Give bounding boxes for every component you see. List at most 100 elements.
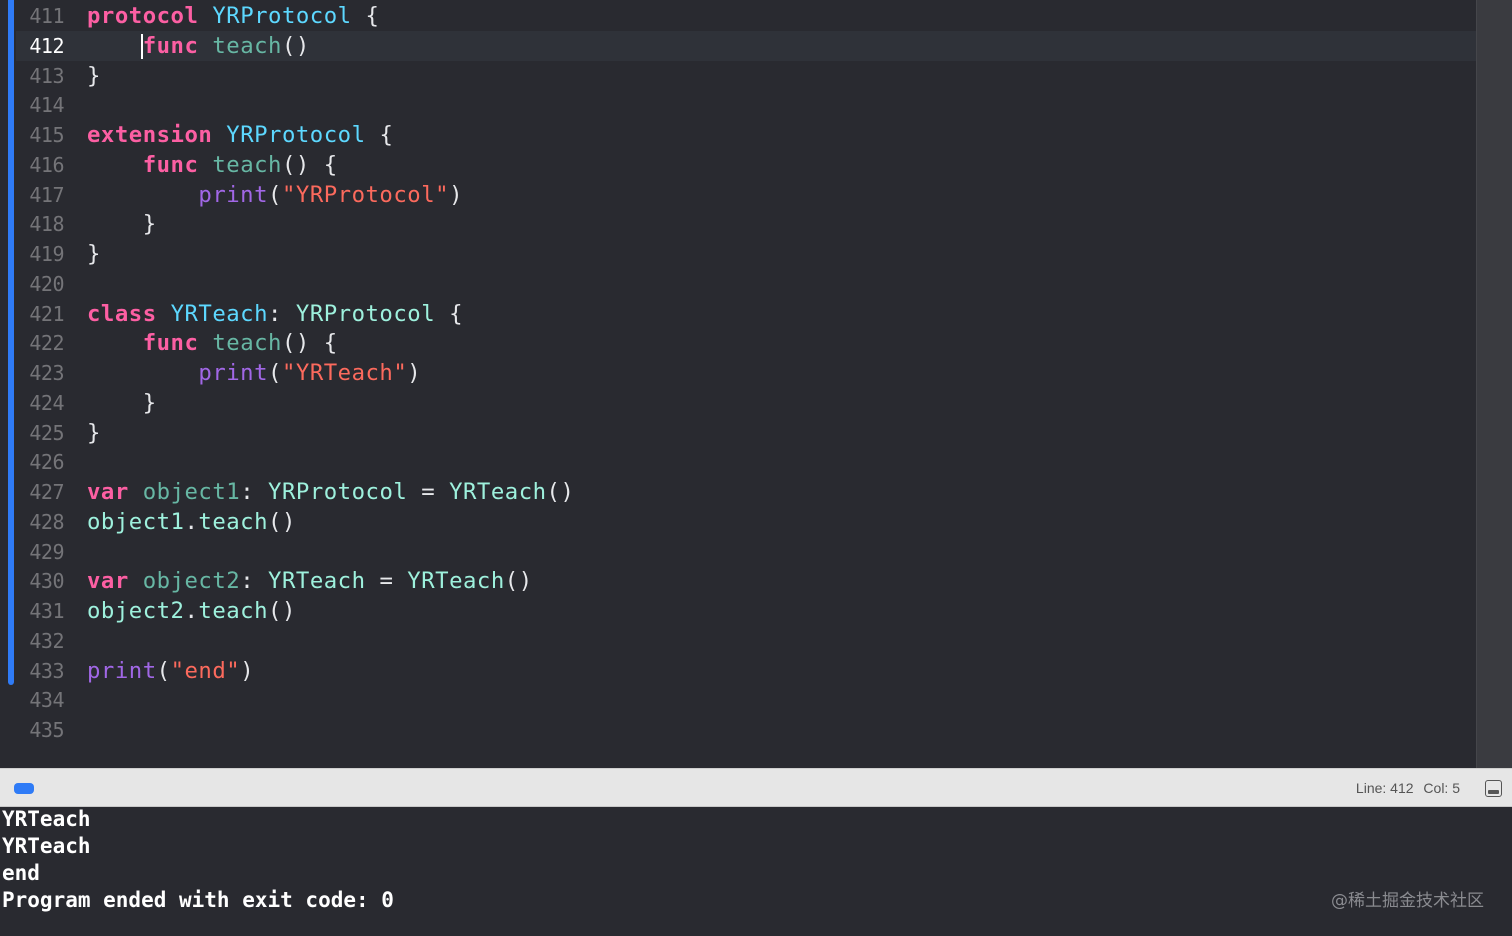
column-indicator: Col: 5 (1423, 780, 1460, 796)
line-indicator: Line: 412 (1355, 780, 1414, 796)
code-token: protocol (87, 3, 199, 29)
code-token: . (184, 598, 199, 624)
code-token: print (198, 181, 269, 208)
console-line: Program ended with exit code: 0 (2, 888, 394, 912)
code-token: teach (198, 598, 269, 624)
line-number: 430 (29, 569, 64, 594)
code-line[interactable]: 414 (16, 90, 1476, 120)
console-output[interactable]: YRTeach YRTeach end Program ended with e… (0, 807, 1512, 936)
code-line[interactable]: 428 object1.teach() (16, 507, 1476, 537)
code-line[interactable]: 425} (16, 418, 1476, 448)
debug-area-toggle-icon[interactable] (14, 783, 34, 794)
code-text: object1.teach() (87, 509, 296, 535)
code-token: () (546, 479, 575, 505)
code-line[interactable]: 422 func teach() { (16, 328, 1476, 358)
code-line[interactable]: 434 (16, 685, 1476, 715)
code-text: } (87, 63, 101, 89)
code-text: extension YRProtocol { (87, 122, 393, 148)
code-token: ) (240, 657, 255, 684)
code-line[interactable]: 420 (16, 269, 1476, 299)
code-token: () (268, 598, 296, 624)
code-line[interactable]: 421 class YRTeach: YRProtocol { (16, 299, 1476, 329)
code-line[interactable]: 427 var object1: YRProtocol = YRTeach() (16, 477, 1476, 507)
code-token: ( (156, 657, 171, 684)
code-token: : (240, 568, 269, 595)
line-number: 416 (29, 152, 64, 177)
hide-debug-area-icon[interactable] (1485, 780, 1502, 797)
line-number: 415 (29, 123, 64, 147)
code-line[interactable]: 417 print("YRProtocol") (16, 180, 1476, 210)
code-line[interactable]: 435 (16, 715, 1476, 745)
code-line[interactable]: 424 } (16, 388, 1476, 418)
code-line[interactable]: 418 } (16, 209, 1476, 239)
line-number: 413 (29, 63, 64, 88)
text-cursor (141, 34, 143, 59)
code-text: } (87, 390, 157, 416)
line-number: 421 (29, 301, 64, 326)
code-text: var object1: YRProtocol = YRTeach() (87, 479, 574, 505)
code-token: } (87, 389, 157, 416)
console-line: YRTeach (2, 807, 91, 831)
code-token: } (87, 211, 157, 238)
code-token: { (365, 122, 394, 148)
code-token: () (268, 508, 296, 535)
code-token: } (87, 62, 101, 89)
code-line[interactable]: 412 func teach() (16, 31, 1476, 61)
code-line[interactable]: 432 (16, 626, 1476, 656)
code-token: print (87, 657, 157, 684)
line-number: 417 (29, 182, 64, 207)
code-line[interactable]: 415 extension YRProtocol { (16, 120, 1476, 150)
code-token: YRProtocol (268, 479, 408, 505)
code-line[interactable]: 411 protocol YRProtocol { (16, 1, 1476, 31)
code-token: { (435, 300, 463, 327)
code-token: func (142, 151, 199, 178)
minimap-strip[interactable] (1476, 0, 1512, 768)
code-token: ( (268, 181, 282, 208)
code-token: ) (449, 181, 463, 208)
code-token: "YRProtocol" (281, 181, 450, 208)
source-editor[interactable]: 411 protocol YRProtocol {412 func teach()… (0, 0, 1512, 768)
code-line[interactable]: 426 (16, 447, 1476, 477)
code-line[interactable]: 433 print("end") (16, 656, 1476, 686)
code-token: func (142, 32, 199, 59)
code-text: print("YRTeach") (87, 360, 421, 386)
line-number: 432 (29, 628, 64, 653)
code-token: ) (407, 360, 422, 386)
code-token: object2 (142, 568, 241, 595)
code-token: } (87, 419, 101, 446)
code-line[interactable]: 416 func teach() { (16, 150, 1476, 180)
code-token: func (142, 330, 199, 357)
code-token: "YRTeach" (281, 360, 408, 386)
code-token: extension (87, 122, 213, 148)
line-number: 433 (29, 658, 64, 683)
console-line: YRTeach (2, 834, 91, 858)
code-line[interactable]: 413} (16, 61, 1476, 91)
code-token: "end" (170, 657, 241, 684)
code-token: teach (212, 32, 282, 59)
code-text: print("end") (87, 658, 254, 684)
line-number: 434 (29, 688, 64, 713)
line-number: 428 (29, 509, 64, 534)
line-number: 431 (29, 599, 64, 623)
code-line[interactable]: 423 print("YRTeach") (16, 358, 1476, 388)
code-token: var (87, 568, 129, 595)
code-line[interactable]: 429 (16, 537, 1476, 567)
code-text: protocol YRProtocol { (87, 3, 379, 29)
line-number: 425 (29, 420, 64, 445)
code-line[interactable]: 430 var object2: YRTeach = YRTeach() (16, 566, 1476, 596)
code-token: . (184, 508, 199, 535)
code-token: YRTeach (407, 568, 505, 595)
code-line[interactable]: 431 object2.teach() (16, 596, 1476, 626)
code-token: YRTeach (268, 568, 366, 595)
code-text: func teach() { (87, 330, 338, 356)
code-token: YRTeach (449, 479, 547, 505)
code-line[interactable]: 419} (16, 239, 1476, 269)
